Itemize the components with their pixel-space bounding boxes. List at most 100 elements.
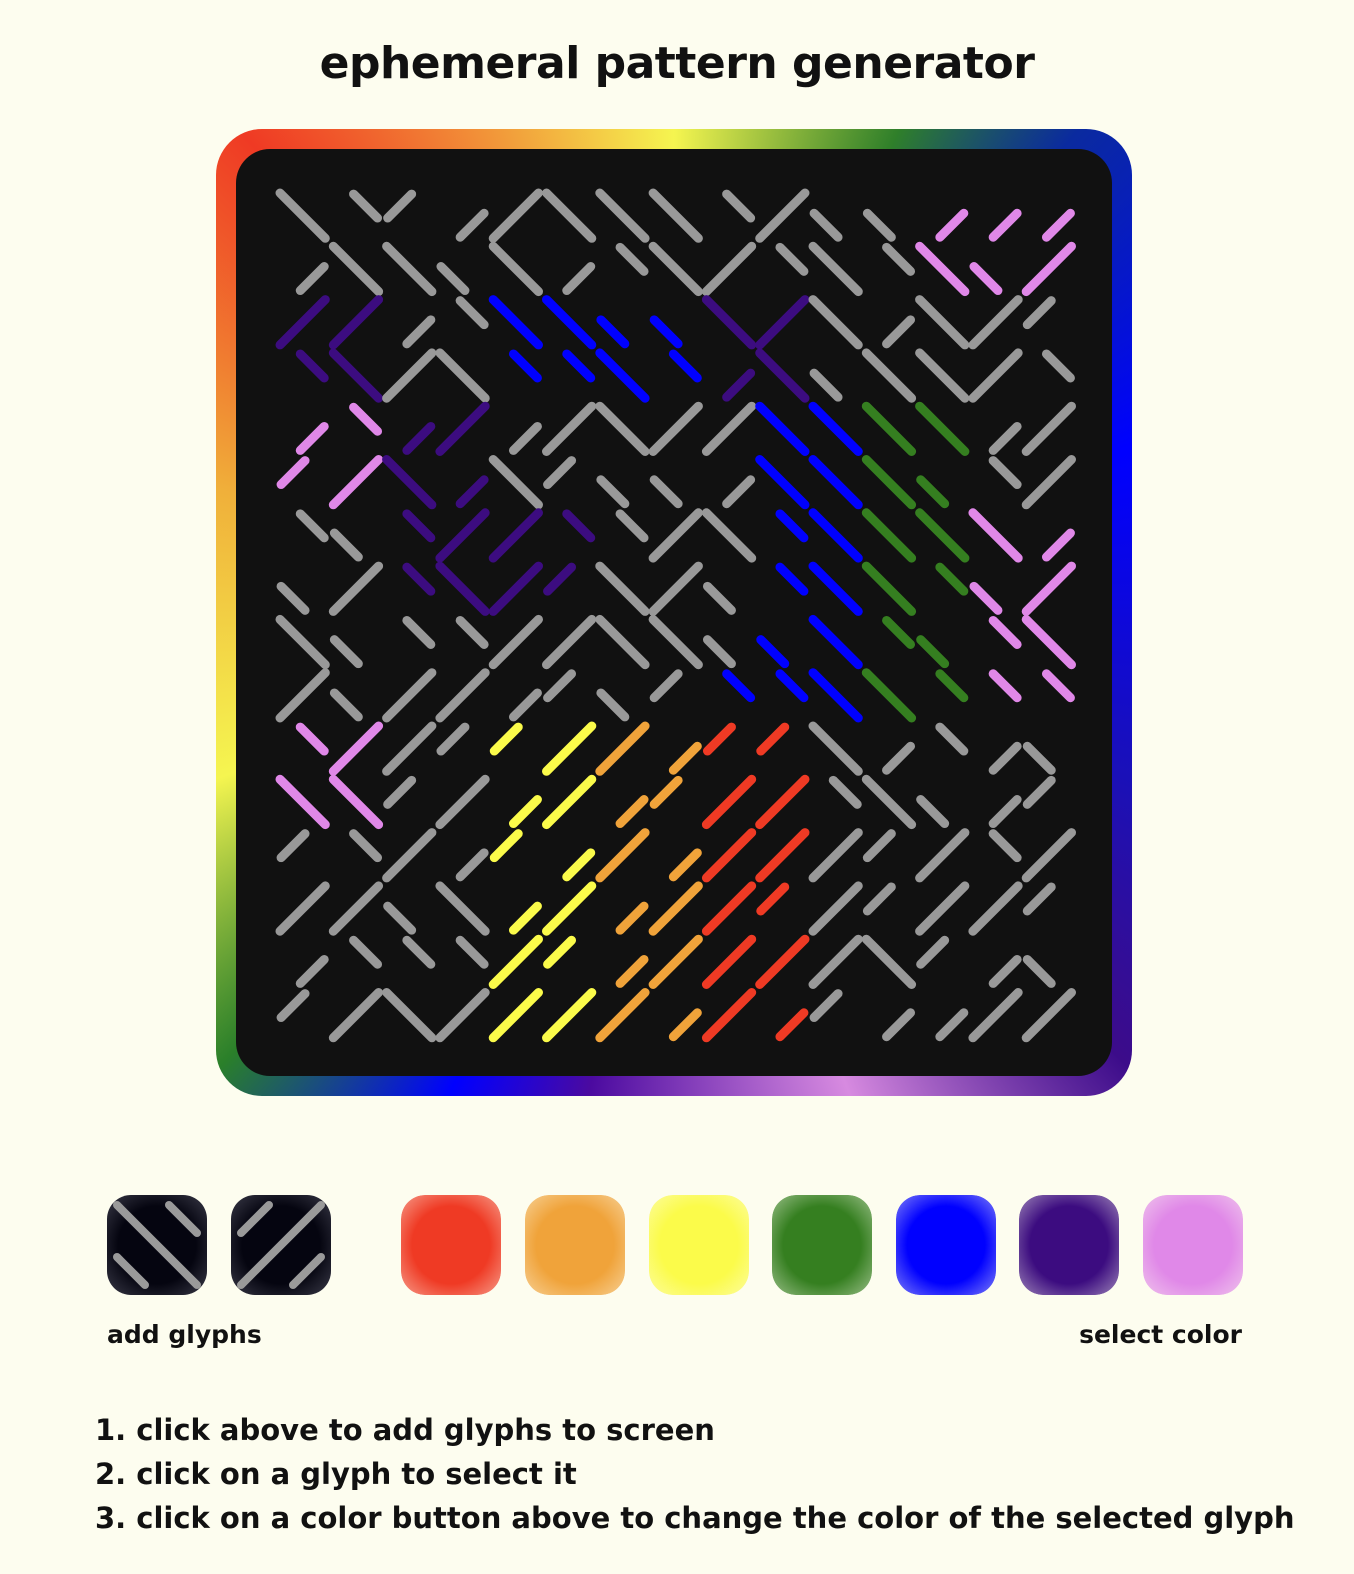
glyph-line[interactable]	[383, 189, 417, 223]
glyph-line[interactable]	[595, 348, 650, 403]
glyph-line[interactable]	[382, 828, 437, 883]
glyph-line[interactable]	[701, 828, 757, 883]
glyph-line[interactable]	[455, 615, 489, 649]
glyph-line[interactable]	[615, 509, 649, 543]
color-button-yellow[interactable]	[649, 1195, 749, 1295]
glyph-line[interactable]	[382, 721, 437, 776]
glyph-line[interactable]	[1041, 349, 1075, 383]
glyph-line[interactable]	[402, 562, 436, 596]
glyph-line[interactable]	[808, 668, 863, 723]
glyph-line[interactable]	[701, 934, 757, 989]
glyph-line[interactable]	[648, 881, 703, 936]
glyph-line[interactable]	[775, 669, 809, 703]
glyph-line[interactable]	[648, 508, 703, 563]
glyph-grid[interactable]	[236, 149, 1112, 1076]
glyph-line[interactable]	[775, 509, 809, 543]
glyph-line[interactable]	[861, 774, 917, 830]
color-button-orange[interactable]	[525, 1195, 625, 1295]
glyph-line[interactable]	[988, 456, 1022, 490]
add-slash-glyph-button[interactable]	[231, 1195, 331, 1295]
color-button-blue[interactable]	[896, 1195, 996, 1295]
glyph-line[interactable]	[808, 934, 863, 989]
glyph-line[interactable]	[808, 508, 863, 563]
glyph-line[interactable]	[276, 989, 310, 1023]
glyph-line[interactable]	[488, 455, 543, 510]
glyph-line[interactable]	[542, 881, 597, 936]
glyph-line[interactable]	[968, 881, 1023, 936]
glyph-line[interactable]	[1022, 296, 1056, 330]
glyph-line[interactable]	[648, 934, 703, 989]
glyph-line[interactable]	[861, 348, 917, 403]
glyph-line[interactable]	[935, 722, 969, 756]
glyph-line[interactable]	[668, 848, 702, 882]
glyph-line[interactable]	[775, 562, 809, 596]
glyph-line[interactable]	[543, 562, 577, 596]
glyph-line[interactable]	[968, 348, 1023, 403]
glyph-line[interactable]	[489, 722, 523, 756]
glyph-line[interactable]	[508, 901, 542, 935]
glyph-line[interactable]	[988, 741, 1022, 775]
glyph-line[interactable]	[755, 295, 810, 350]
glyph-line[interactable]	[968, 508, 1023, 563]
glyph-line[interactable]	[455, 935, 489, 969]
glyph-line[interactable]	[649, 315, 683, 349]
glyph-line[interactable]	[275, 295, 330, 350]
glyph-line[interactable]	[755, 828, 810, 883]
glyph-line[interactable]	[808, 295, 863, 350]
glyph-line[interactable]	[562, 848, 596, 882]
glyph-line[interactable]	[1021, 561, 1076, 616]
glyph-line[interactable]	[328, 881, 384, 936]
glyph-line[interactable]	[436, 722, 470, 756]
glyph-line[interactable]	[988, 829, 1022, 863]
glyph-line[interactable]	[543, 935, 577, 969]
glyph-line[interactable]	[329, 528, 363, 562]
glyph-line[interactable]	[808, 241, 863, 297]
glyph-line[interactable]	[275, 614, 330, 670]
glyph-line[interactable]	[755, 348, 810, 403]
glyph-line[interactable]	[349, 829, 383, 863]
glyph-line[interactable]	[615, 795, 649, 829]
glyph-line[interactable]	[435, 988, 490, 1043]
glyph-line[interactable]	[275, 774, 330, 830]
glyph-line[interactable]	[861, 668, 917, 723]
glyph-line[interactable]	[455, 475, 489, 509]
glyph-line[interactable]	[722, 475, 756, 509]
glyph-line[interactable]	[915, 295, 970, 350]
glyph-line[interactable]	[648, 241, 703, 297]
glyph-line[interactable]	[1022, 775, 1056, 809]
glyph-line[interactable]	[455, 848, 489, 882]
glyph-line[interactable]	[596, 475, 630, 509]
glyph-line[interactable]	[882, 242, 916, 276]
glyph-line[interactable]	[542, 774, 597, 830]
glyph-line[interactable]	[295, 954, 329, 988]
glyph-line[interactable]	[701, 774, 757, 830]
glyph-line[interactable]	[701, 241, 757, 297]
glyph-line[interactable]	[488, 561, 543, 616]
glyph-line[interactable]	[295, 722, 329, 756]
glyph-line[interactable]	[295, 349, 329, 383]
glyph-line[interactable]	[435, 881, 490, 936]
glyph-line[interactable]	[916, 635, 950, 669]
glyph-line[interactable]	[702, 722, 736, 756]
glyph-line[interactable]	[988, 208, 1022, 242]
glyph-line[interactable]	[915, 348, 970, 403]
glyph-line[interactable]	[435, 348, 490, 403]
glyph-line[interactable]	[862, 829, 896, 863]
glyph-line[interactable]	[1021, 401, 1076, 456]
glyph-line[interactable]	[295, 262, 329, 296]
glyph-line[interactable]	[435, 508, 490, 563]
glyph-line[interactable]	[435, 668, 490, 723]
color-button-violet[interactable]	[1143, 1195, 1243, 1295]
glyph-line[interactable]	[328, 721, 384, 776]
glyph-line[interactable]	[755, 455, 810, 510]
glyph-line[interactable]	[596, 688, 630, 722]
glyph-line[interactable]	[382, 348, 437, 403]
glyph-line[interactable]	[861, 561, 917, 616]
glyph-line[interactable]	[402, 509, 436, 543]
glyph-line[interactable]	[755, 188, 810, 243]
glyph-line[interactable]	[756, 635, 790, 669]
glyph-line[interactable]	[349, 189, 383, 223]
glyph-line[interactable]	[935, 1008, 969, 1042]
glyph-line[interactable]	[1021, 455, 1076, 510]
glyph-line[interactable]	[1041, 528, 1075, 562]
